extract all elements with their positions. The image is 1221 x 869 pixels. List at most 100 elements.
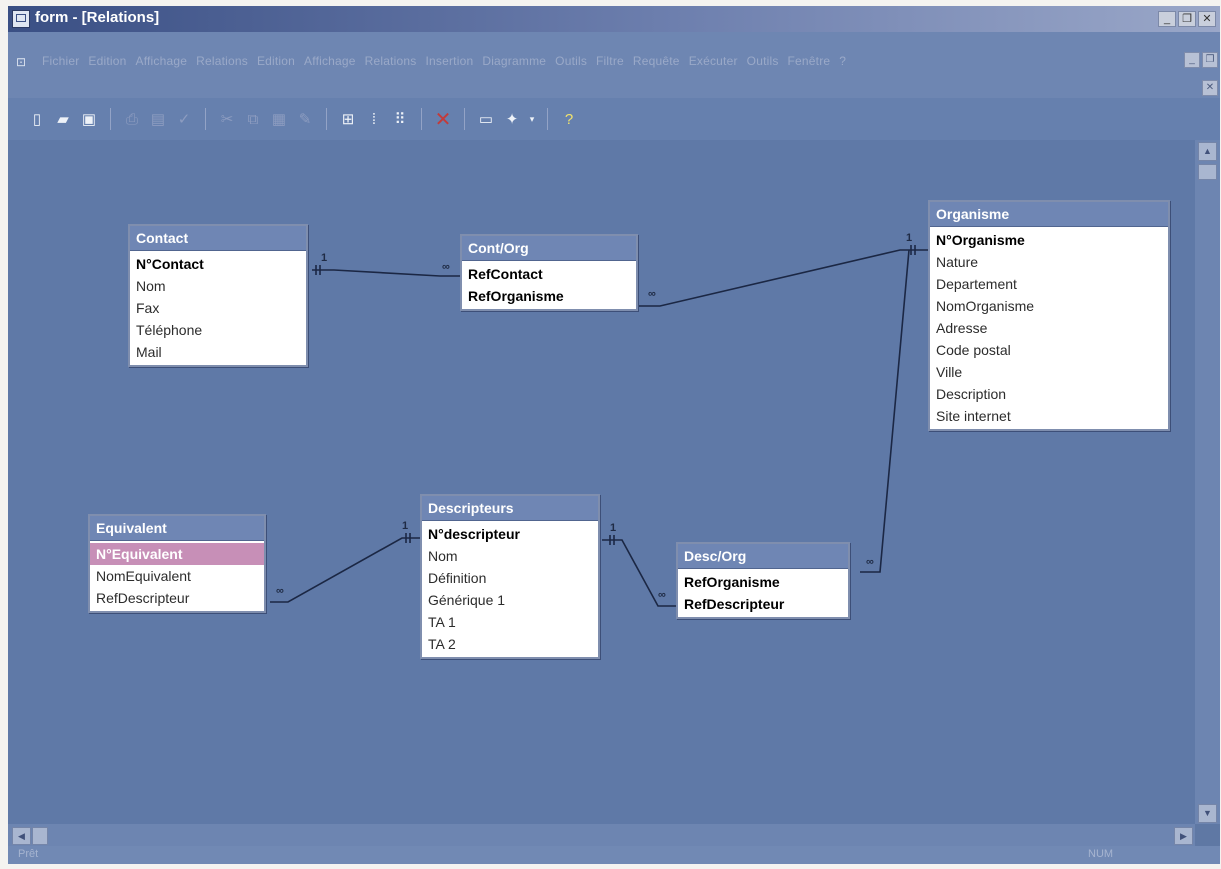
table-title[interactable]: Equivalent [90, 516, 264, 541]
field[interactable]: Téléphone [130, 319, 306, 341]
menu-filtre[interactable]: Filtre [596, 54, 624, 68]
field[interactable]: Departement [930, 273, 1168, 295]
show-direct-relationships-icon[interactable]: ⁞ [363, 108, 385, 130]
title-bar: form - [Relations] _ ❐ ✕ [8, 6, 1220, 32]
cardinality-one: 1 [906, 232, 913, 244]
toolbar-separator [421, 108, 422, 130]
open-folder-icon[interactable]: ▰ [52, 108, 74, 130]
menu-edition[interactable]: Edition [88, 54, 126, 68]
field[interactable]: Nom [130, 275, 306, 297]
help-icon[interactable]: ? [558, 108, 580, 130]
cardinality-many: ∞ [658, 589, 666, 601]
table-contact[interactable]: Contact N°Contact Nom Fax Téléphone Mail [128, 224, 308, 367]
vertical-scrollbar[interactable]: ▲ ▼ [1195, 140, 1220, 824]
field[interactable]: RefDescripteur [90, 587, 264, 609]
format-painter-icon[interactable]: ✎ [294, 108, 316, 130]
table-title[interactable]: Contact [130, 226, 306, 251]
field[interactable]: Nature [930, 251, 1168, 273]
field-key[interactable]: RefOrganisme [678, 571, 848, 593]
field-key[interactable]: RefContact [462, 263, 636, 285]
print-preview-icon[interactable]: ▤ [147, 108, 169, 130]
field[interactable]: NomOrganisme [930, 295, 1168, 317]
field-key[interactable]: N°Organisme [930, 229, 1168, 251]
field[interactable]: Ville [930, 361, 1168, 383]
restore-icon[interactable]: ❐ [1178, 11, 1196, 27]
table-title[interactable]: Descripteurs [422, 496, 598, 521]
field[interactable]: Nom [422, 545, 598, 567]
menu-executer[interactable]: Exécuter [689, 54, 738, 68]
table-organisme[interactable]: Organisme N°Organisme Nature Departement… [928, 200, 1170, 431]
doc-restore-icon[interactable]: ❐ [1202, 52, 1218, 68]
field[interactable]: Fax [130, 297, 306, 319]
menu-help[interactable]: ? [839, 54, 846, 68]
cardinality-many: ∞ [648, 288, 656, 300]
minimize-icon[interactable]: _ [1158, 11, 1176, 27]
status-text: Prêt [18, 848, 39, 860]
print-icon[interactable]: ⎙ [121, 108, 143, 130]
add-table-icon[interactable]: ⊞ [337, 108, 359, 130]
save-icon[interactable]: ▣ [78, 108, 100, 130]
field[interactable]: TA 1 [422, 611, 598, 633]
menu-affichage[interactable]: Affichage [136, 54, 188, 68]
new-document-icon[interactable]: ▯ [26, 108, 48, 130]
table-title[interactable]: Organisme [930, 202, 1168, 227]
app-icon [12, 10, 30, 28]
table-title[interactable]: Cont/Org [462, 236, 636, 261]
menu-relations-2[interactable]: Relations [365, 54, 417, 68]
field-key[interactable]: N°descripteur [422, 523, 598, 545]
cut-icon[interactable]: ✂ [216, 108, 238, 130]
relation-line-equivalent-descripteurs [270, 537, 422, 603]
doc-minimize-icon[interactable]: _ [1184, 52, 1200, 68]
menu-fichier[interactable]: Fichier [42, 54, 79, 68]
cardinality-many: ∞ [276, 585, 284, 597]
field-key[interactable]: N°Contact [130, 253, 306, 275]
menu-relations[interactable]: Relations [196, 54, 248, 68]
toolbar-separator [547, 108, 548, 130]
field[interactable]: Adresse [930, 317, 1168, 339]
menu-insertion[interactable]: Insertion [426, 54, 474, 68]
scroll-down-icon[interactable]: ▼ [1198, 804, 1217, 823]
field[interactable]: TA 2 [422, 633, 598, 655]
field-key[interactable]: RefOrganisme [462, 285, 636, 307]
paste-icon[interactable]: ▦ [268, 108, 290, 130]
scroll-up-icon[interactable]: ▲ [1198, 142, 1217, 161]
field[interactable]: NomEquivalent [90, 565, 264, 587]
menu-affichage-2[interactable]: Affichage [304, 54, 356, 68]
delete-icon[interactable]: ✕ [432, 108, 454, 131]
horizontal-scrollbar[interactable]: ◀ ▶ [8, 824, 1195, 846]
doc-close-icon[interactable]: ✕ [1202, 80, 1218, 96]
field[interactable]: Site internet [930, 405, 1168, 427]
table-descripteurs[interactable]: Descripteurs N°descripteur Nom Définitio… [420, 494, 600, 659]
table-descorg[interactable]: Desc/Org RefOrganisme RefDescripteur [676, 542, 850, 619]
properties-icon[interactable]: ▭ [475, 108, 497, 130]
spelling-icon[interactable]: ✓ [173, 108, 195, 130]
menu-diagramme[interactable]: Diagramme [482, 54, 546, 68]
relation-line-contact-contorg [312, 269, 460, 277]
menu-edition-2[interactable]: Edition [257, 54, 295, 68]
menu-requete[interactable]: Requête [633, 54, 680, 68]
new-object-dropdown-icon[interactable]: ▾ [527, 108, 537, 130]
field-key[interactable]: RefDescripteur [678, 593, 848, 615]
menu-fenetre[interactable]: Fenêtre [788, 54, 831, 68]
field[interactable]: Description [930, 383, 1168, 405]
field[interactable]: Définition [422, 567, 598, 589]
menu-outils[interactable]: Outils [555, 54, 587, 68]
scroll-right-icon[interactable]: ▶ [1174, 827, 1193, 845]
scroll-left-icon[interactable]: ◀ [12, 827, 31, 845]
field-key-selected[interactable]: N°Equivalent [90, 543, 264, 565]
table-title[interactable]: Desc/Org [678, 544, 848, 569]
relationships-canvas[interactable]: 1 ∞ ∞ 1 ∞ 1 1 ∞ ∞ Contact N°Contact Nom … [8, 140, 1195, 824]
field[interactable]: Mail [130, 341, 306, 363]
copy-icon[interactable]: ⧉ [242, 108, 264, 130]
table-contorg[interactable]: Cont/Org RefContact RefOrganisme [460, 234, 638, 311]
new-object-icon[interactable]: ✦ [501, 108, 523, 130]
scroll-thumb[interactable] [32, 827, 48, 845]
close-icon[interactable]: ✕ [1198, 11, 1216, 27]
field[interactable]: Générique 1 [422, 589, 598, 611]
menu-outils-2[interactable]: Outils [747, 54, 779, 68]
field[interactable]: Code postal [930, 339, 1168, 361]
table-equivalent[interactable]: Equivalent N°Equivalent NomEquivalent Re… [88, 514, 266, 613]
toolbar-separator [326, 108, 327, 130]
show-all-relationships-icon[interactable]: ⠿ [389, 108, 411, 130]
scroll-thumb[interactable] [1198, 164, 1217, 180]
